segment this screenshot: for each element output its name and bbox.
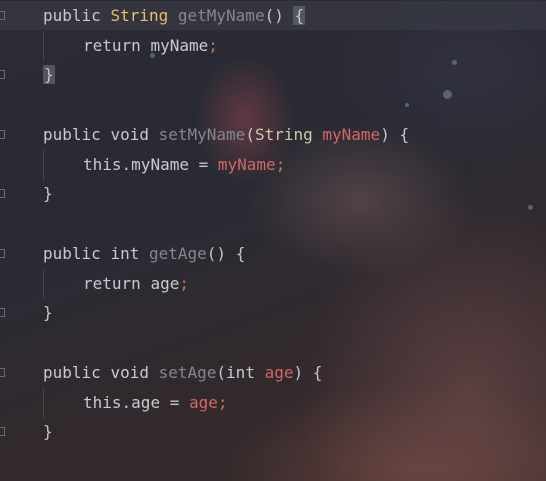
code-line[interactable]: } <box>43 298 53 328</box>
code-line[interactable]: public String getMyName() { <box>43 1 306 31</box>
background-particle <box>443 90 452 99</box>
close-paren: ) <box>380 125 390 144</box>
open-paren: ( <box>216 363 227 382</box>
keyword: public <box>43 125 101 144</box>
close-brace: } <box>43 422 53 441</box>
background-particle <box>452 60 457 65</box>
field-name: age <box>131 393 161 412</box>
keyword: int <box>110 244 140 263</box>
indent-guide <box>43 150 44 180</box>
code-line[interactable]: public void setMyName(String myName) { <box>43 120 409 150</box>
fold-marker-icon[interactable] <box>0 427 5 436</box>
indent-guide <box>43 269 44 299</box>
fold-marker-icon[interactable] <box>0 189 5 198</box>
keyword: public <box>43 363 101 382</box>
return-type: String <box>110 6 169 25</box>
field-name: myName <box>131 155 189 174</box>
open-paren: ( <box>245 125 255 144</box>
keyword: public <box>43 244 101 263</box>
parentheses: () <box>206 244 227 263</box>
param-type: int <box>226 363 255 382</box>
parameter: myName <box>217 155 276 174</box>
parentheses: () <box>264 6 284 25</box>
indent-guide <box>43 388 44 418</box>
close-paren: ) <box>293 363 304 382</box>
semicolon: ; <box>217 393 228 412</box>
code-line[interactable]: } <box>43 179 53 209</box>
fold-marker-icon[interactable] <box>0 368 5 377</box>
keyword: this <box>83 393 122 412</box>
keyword: this <box>83 155 122 174</box>
code-line[interactable]: this.age = age; <box>83 388 228 418</box>
keyword: return <box>83 274 141 293</box>
field-name: age <box>150 274 180 293</box>
code-line[interactable]: this.myName = myName; <box>83 150 285 180</box>
background-particle <box>528 205 533 210</box>
code-line[interactable]: return age; <box>83 269 189 299</box>
method-name: setMyName <box>158 125 246 144</box>
fold-marker-icon[interactable] <box>0 11 5 20</box>
keyword: public <box>43 6 101 25</box>
code-line[interactable]: } <box>43 417 53 447</box>
code-line[interactable]: public void setAge(int age) { <box>43 358 322 388</box>
close-brace: } <box>43 184 53 203</box>
dot: . <box>121 393 132 412</box>
open-brace: { <box>235 244 246 263</box>
code-line[interactable]: public int getAge() { <box>43 239 245 269</box>
code-editor[interactable]: public String getMyName() { return myNam… <box>0 0 546 481</box>
indent-guide <box>43 31 44 61</box>
fold-marker-icon[interactable] <box>0 249 5 258</box>
semicolon: ; <box>275 155 286 174</box>
semicolon: ; <box>208 36 218 55</box>
keyword: void <box>110 125 149 144</box>
open-brace: { <box>293 6 306 25</box>
parameter: age <box>264 363 294 382</box>
method-name: setAge <box>158 363 217 382</box>
open-brace: { <box>312 363 323 382</box>
equals-sign: = <box>169 393 180 412</box>
keyword: return <box>83 36 141 55</box>
equals-sign: = <box>198 155 209 174</box>
dot: . <box>121 155 132 174</box>
method-name: getMyName <box>177 6 265 25</box>
method-name: getAge <box>148 244 207 263</box>
field-name: myName <box>150 36 209 55</box>
fold-marker-icon[interactable] <box>0 130 5 139</box>
parameter: age <box>189 393 218 412</box>
code-line[interactable]: } <box>43 60 55 90</box>
close-brace: } <box>43 303 53 322</box>
fold-marker-icon[interactable] <box>0 308 5 317</box>
semicolon: ; <box>179 274 189 293</box>
code-line[interactable]: return myName; <box>83 31 218 61</box>
parameter: myName <box>322 125 381 144</box>
background-particle <box>405 103 409 107</box>
keyword: void <box>110 363 149 382</box>
open-brace: { <box>399 125 410 144</box>
param-type: String <box>254 125 313 144</box>
fold-marker-icon[interactable] <box>0 70 5 79</box>
close-brace: } <box>43 65 55 84</box>
